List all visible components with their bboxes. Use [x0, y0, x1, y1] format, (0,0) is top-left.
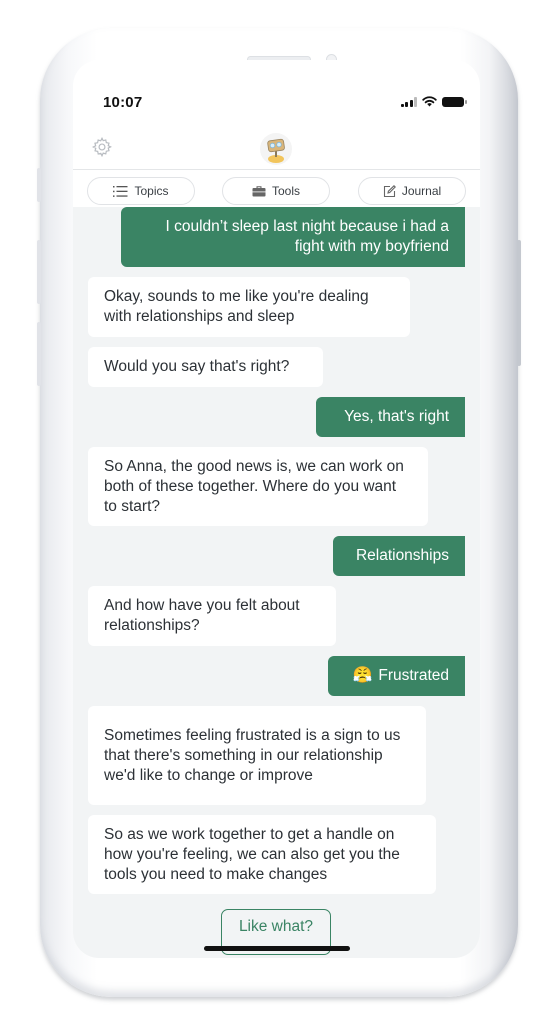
message-text: Yes, that's right	[344, 408, 449, 425]
bot-message: So Anna, the good news is, we can work o…	[88, 447, 428, 526]
bot-message: So as we work together to get a handle o…	[88, 815, 436, 894]
home-indicator[interactable]	[204, 946, 350, 951]
message-text: Relationships	[355, 547, 449, 564]
status-time: 10:07	[103, 94, 143, 111]
bot-message: And how have you felt about relationship…	[88, 586, 336, 646]
message-text: I couldn’t sleep last night because i ha…	[165, 218, 450, 255]
message-text: Sometimes feeling frustrated is a sign t…	[104, 726, 401, 784]
message-text: So Anna, the good news is, we can work o…	[104, 457, 404, 515]
quick-reply-label: Like what?	[238, 918, 314, 935]
phone-volume-up-button	[37, 240, 41, 304]
frustrated-face-emoji-icon: 😤	[352, 667, 373, 684]
list-icon	[113, 185, 128, 197]
message-text: And how have you felt about relationship…	[104, 597, 300, 634]
message-text: So as we work together to get a handle o…	[104, 825, 400, 883]
phone-volume-down-button	[37, 322, 41, 386]
header-divider	[73, 169, 480, 170]
phone-power-button	[517, 240, 521, 366]
tab-topics-label: Topics	[134, 184, 169, 198]
edit-icon	[383, 184, 396, 197]
message-text: Frustrated	[378, 667, 449, 684]
status-icons	[400, 96, 467, 107]
tab-journal-label: Journal	[401, 184, 442, 198]
user-message: I couldn’t sleep last night because i ha…	[121, 207, 465, 267]
user-message: Yes, that's right	[316, 397, 465, 437]
wifi-icon	[422, 96, 437, 107]
message-text: Okay, sounds to me like you're dealing w…	[104, 288, 369, 325]
message-text: Would you say that's right?	[104, 358, 290, 375]
tab-bar: Topics Tools Journal	[87, 177, 467, 205]
toolbox-icon	[252, 186, 266, 197]
user-message: 😤 Frustrated	[328, 656, 465, 696]
tab-tools-label: Tools	[271, 184, 300, 198]
battery-icon	[442, 96, 467, 107]
robot-avatar-icon	[267, 138, 285, 163]
bot-message: Okay, sounds to me like you're dealing w…	[88, 277, 410, 337]
user-message: Relationships	[333, 536, 465, 576]
tab-topics[interactable]: Topics	[87, 177, 195, 205]
bot-message: Would you say that's right?	[88, 347, 323, 387]
chat-area: I couldn’t sleep last night because i ha…	[73, 207, 480, 958]
phone-silent-switch	[37, 168, 41, 202]
phone-screen: 10:07 Topics Tools Journal I couldn’t sl…	[73, 60, 480, 958]
cellular-signal-icon	[400, 96, 417, 107]
tab-tools[interactable]: Tools	[222, 177, 330, 205]
bot-message: Sometimes feeling frustrated is a sign t…	[88, 706, 426, 805]
robot-avatar[interactable]	[260, 133, 292, 165]
tab-journal[interactable]: Journal	[358, 177, 466, 205]
gear-icon[interactable]	[91, 136, 113, 158]
